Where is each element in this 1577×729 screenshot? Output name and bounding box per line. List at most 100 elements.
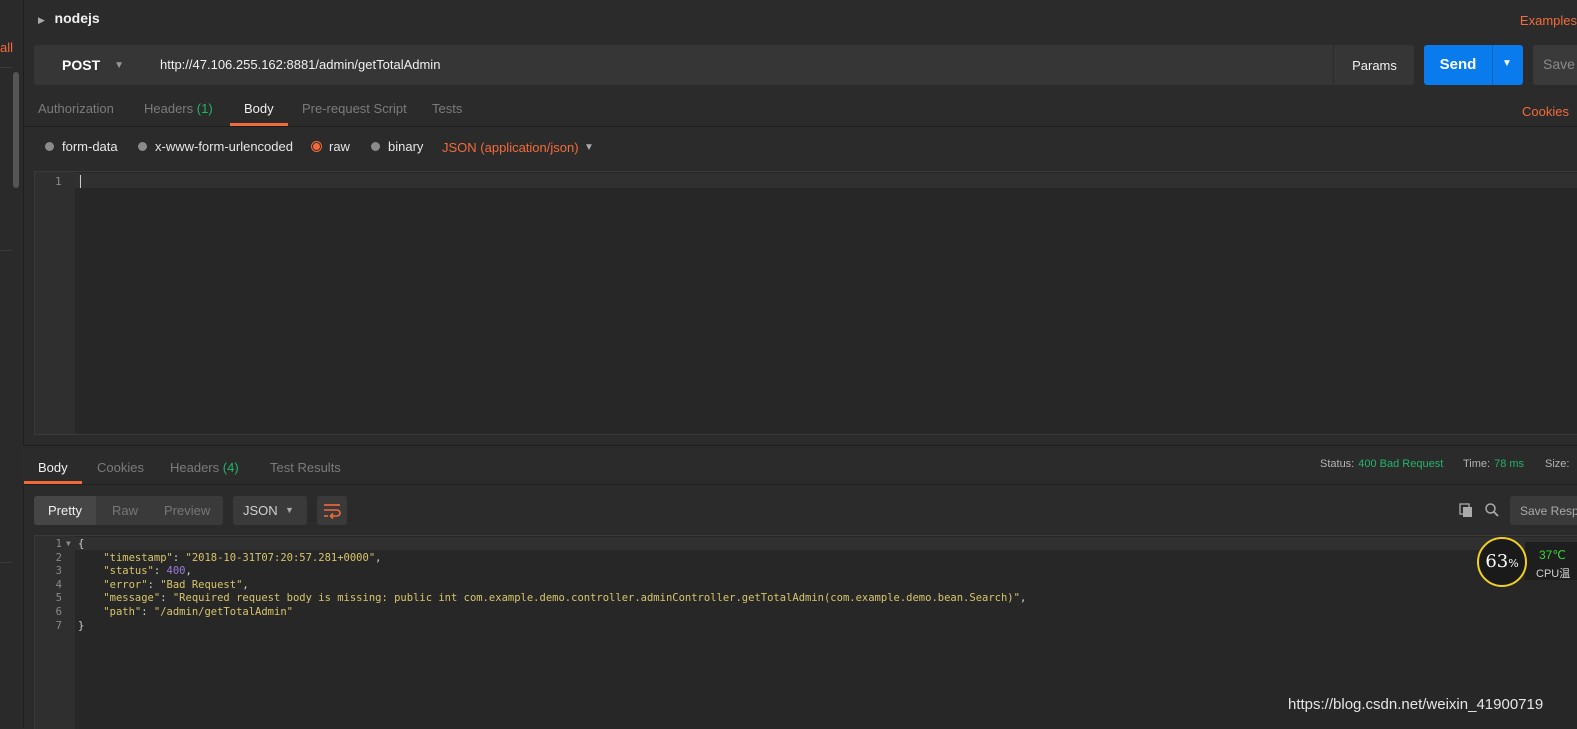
response-tab-test-results[interactable]: Test Results [270,460,341,475]
radio-selected-icon [312,142,321,151]
tab-tests[interactable]: Tests [432,101,462,116]
send-label: Send [1439,56,1477,73]
tab-label: Body [38,460,68,475]
pretty-button[interactable]: Pretty [34,496,96,525]
radio-icon [371,142,380,151]
line-number: 1 [55,175,62,188]
response-tab-headers[interactable]: Headers (4) [170,460,239,475]
radio-binary[interactable]: binary [371,139,423,154]
send-options-chevron-icon[interactable]: ▼ [1502,58,1512,69]
radio-label: raw [329,139,350,154]
radio-icon [138,142,147,151]
line-number: 1 [55,538,62,550]
collection-breadcrumb[interactable]: ▶ nodejs [38,10,100,26]
sidebar-divider [0,250,12,251]
code-text: "error": "Bad Request", [103,578,249,591]
cpu-temperature: 37℃ [1539,548,1566,562]
format-label: JSON [243,503,278,518]
tab-count: (1) [196,101,213,116]
radio-raw[interactable]: raw [312,139,350,154]
code-text: "timestamp": "2018-10-31T07:20:57.281+00… [103,551,382,564]
line-number: 3 [55,565,62,578]
time-label: Time: [1463,458,1491,470]
chevron-down-icon[interactable]: ▼ [584,142,594,153]
radio-label: form-data [62,139,118,154]
send-divider [1492,45,1493,85]
collection-name: nodejs [54,10,100,26]
tab-authorization[interactable]: Authorization [38,101,114,116]
save-button[interactable]: Save [1533,45,1577,85]
line-gutter [35,172,75,434]
watermark: https://blog.csdn.net/weixin_41900719 [1288,696,1544,713]
tab-pre-request-script[interactable]: Pre-request Script [302,101,407,116]
save-response-label: Save Response [1520,504,1577,518]
send-button[interactable]: Send ▼ [1424,45,1523,85]
response-tab-body[interactable]: Body [38,460,68,475]
tab-count: (4) [222,460,239,475]
active-line-highlight [75,537,1577,550]
view-mode-group: Pretty Raw Preview [34,496,223,525]
wrap-lines-icon [324,504,341,520]
code-text: } [78,619,85,632]
cpu-usage-gauge[interactable]: 63% [1477,537,1527,587]
content-type-select[interactable]: JSON (application/json) [442,140,579,155]
cpu-percent-value: 63 [1485,551,1509,572]
sidebar-divider [0,562,12,563]
wrap-lines-button[interactable] [317,496,347,525]
divider [23,126,1577,127]
text-cursor [80,175,81,188]
tab-label: Pre-request Script [302,101,407,116]
code-text: "status": 400, [103,565,192,578]
save-response-button[interactable]: Save Response [1510,496,1577,525]
tab-label: Headers [170,460,220,475]
params-button[interactable]: Params [1333,45,1415,85]
code-text: "path": "/admin/getTotalAdmin" [103,606,293,618]
response-tab-cookies[interactable]: Cookies [97,460,144,475]
request-body-editor[interactable]: 1 [34,171,1577,435]
radio-form-data[interactable]: form-data [45,139,118,154]
tab-label: Body [244,101,274,116]
caret-right-icon: ▶ [38,15,45,25]
tab-label: Test Results [270,460,341,475]
line-number: 5 [55,592,62,605]
search-icon-glyph [1485,503,1499,517]
tab-label: Headers [144,101,194,116]
sidebar-partial-label[interactable]: all [0,40,13,55]
search-icon[interactable] [1484,502,1500,521]
raw-button[interactable]: Raw [112,503,138,518]
tab-label: Tests [432,101,463,116]
cookies-link[interactable]: Cookies [1522,104,1569,119]
status-label: Status: [1320,458,1355,470]
copy-icon[interactable] [1458,502,1474,521]
code-text: { [78,538,85,550]
cpu-percent-unit: % [1508,557,1519,570]
status-indicator: Status: 400 Bad Request [1320,458,1443,470]
cpu-percent: 63% [1479,551,1525,572]
url-input[interactable]: http://47.106.255.162:8881/admin/getTota… [160,57,440,72]
chevron-down-icon: ▼ [285,505,294,515]
divider [23,484,1577,485]
save-label: Save [1543,56,1575,72]
pretty-label: Pretty [48,503,82,518]
line-number: 7 [55,619,62,632]
format-select[interactable]: JSON ▼ [233,496,307,525]
method-label: POST [62,57,101,73]
method-select[interactable]: POST ▼ [34,45,152,85]
sidebar-divider [0,67,12,68]
tab-label: Cookies [97,460,144,475]
tab-label: Authorization [38,101,114,116]
fold-icon[interactable]: ▼ [66,539,71,548]
size-label: Size: [1545,458,1570,470]
radio-label: x-www-form-urlencoded [155,139,293,154]
time-indicator: Time: 78 ms [1463,458,1524,470]
sidebar-scrollbar[interactable] [13,72,19,188]
preview-button[interactable]: Preview [164,503,210,518]
tab-body[interactable]: Body [244,101,274,116]
active-line-highlight [75,173,1577,188]
radio-x-www-form-urlencoded[interactable]: x-www-form-urlencoded [138,139,293,154]
radio-icon [45,142,54,151]
examples-link[interactable]: Examples [1520,13,1577,28]
sidebar: all [0,0,24,728]
time-value: 78 ms [1494,458,1525,470]
tab-headers[interactable]: Headers (1) [144,101,213,116]
